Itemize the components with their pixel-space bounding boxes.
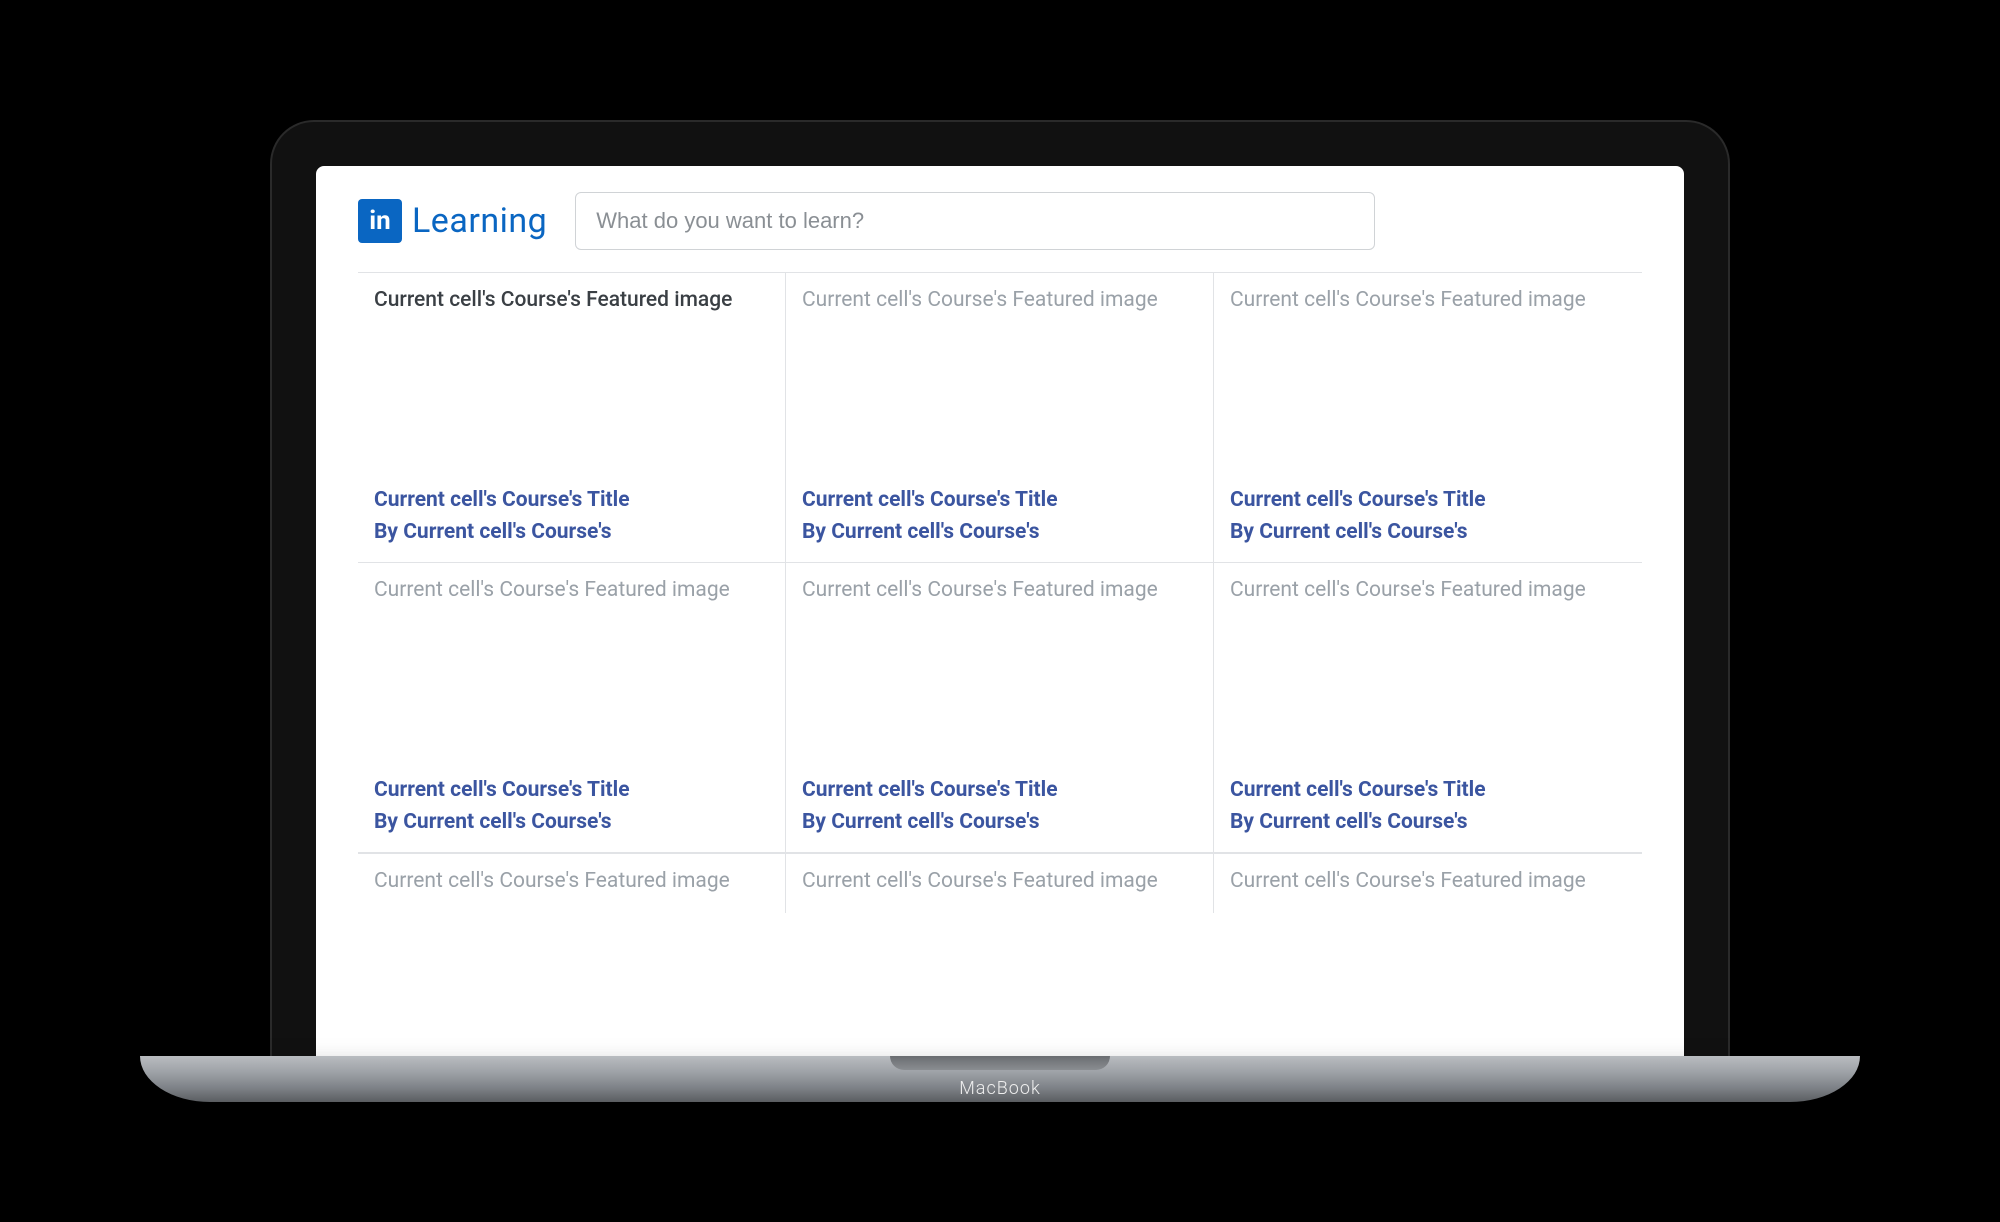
- course-card[interactable]: Current cell's Course's Featured image C…: [358, 273, 786, 563]
- course-card[interactable]: Current cell's Course's Featured image C…: [1214, 273, 1642, 563]
- course-author: By Current cell's Course's: [802, 810, 1197, 834]
- spacer: [802, 314, 1197, 488]
- search: [575, 192, 1375, 250]
- course-title: Current cell's Course's Title: [374, 488, 769, 512]
- course-featured-image-placeholder: Current cell's Course's Featured image: [802, 868, 1197, 895]
- course-card[interactable]: Current cell's Course's Featured image C…: [358, 563, 786, 853]
- course-card[interactable]: Current cell's Course's Featured image C…: [1214, 563, 1642, 853]
- course-card[interactable]: Current cell's Course's Featured image: [786, 854, 1214, 913]
- course-author: By Current cell's Course's: [374, 810, 769, 834]
- brand-logo[interactable]: in Learning: [358, 199, 547, 243]
- brand-text: Learning: [412, 201, 547, 241]
- course-featured-image-placeholder: Current cell's Course's Featured image: [374, 868, 769, 895]
- device-base: MacBook: [140, 1056, 1860, 1102]
- course-featured-image-placeholder: Current cell's Course's Featured image: [1230, 577, 1626, 604]
- course-featured-image-placeholder: Current cell's Course's Featured image: [802, 577, 1197, 604]
- device-frame: in Learning Current cell's Course's Feat…: [270, 120, 1730, 1102]
- device-top: in Learning Current cell's Course's Feat…: [270, 120, 1730, 1056]
- course-author: By Current cell's Course's: [802, 520, 1197, 544]
- course-featured-image-placeholder: Current cell's Course's Featured image: [374, 287, 769, 314]
- spacer: [802, 604, 1197, 778]
- page: in Learning Current cell's Course's Feat…: [316, 166, 1684, 913]
- course-featured-image-placeholder: Current cell's Course's Featured image: [1230, 868, 1626, 895]
- screen-bezel: in Learning Current cell's Course's Feat…: [316, 166, 1684, 1056]
- course-title: Current cell's Course's Title: [374, 778, 769, 802]
- course-title: Current cell's Course's Title: [1230, 778, 1626, 802]
- spacer: [1230, 604, 1626, 778]
- course-author: By Current cell's Course's: [1230, 810, 1626, 834]
- search-input[interactable]: [575, 192, 1375, 250]
- course-featured-image-placeholder: Current cell's Course's Featured image: [802, 287, 1197, 314]
- course-author: By Current cell's Course's: [1230, 520, 1626, 544]
- course-title: Current cell's Course's Title: [802, 488, 1197, 512]
- device-label: MacBook: [959, 1078, 1041, 1099]
- spacer: [374, 314, 769, 488]
- course-card[interactable]: Current cell's Course's Featured image: [1214, 854, 1642, 913]
- course-card[interactable]: Current cell's Course's Featured image C…: [786, 273, 1214, 563]
- screen: in Learning Current cell's Course's Feat…: [316, 166, 1684, 1056]
- course-grid: Current cell's Course's Featured image C…: [358, 272, 1642, 853]
- course-card[interactable]: Current cell's Course's Featured image C…: [786, 563, 1214, 853]
- course-featured-image-placeholder: Current cell's Course's Featured image: [1230, 287, 1626, 314]
- course-title: Current cell's Course's Title: [1230, 488, 1626, 512]
- spacer: [1230, 314, 1626, 488]
- course-title: Current cell's Course's Title: [802, 778, 1197, 802]
- spacer: [374, 604, 769, 778]
- header: in Learning: [358, 192, 1642, 272]
- course-grid-partial: Current cell's Course's Featured image C…: [358, 853, 1642, 913]
- linkedin-badge-icon: in: [358, 199, 402, 243]
- course-card[interactable]: Current cell's Course's Featured image: [358, 854, 786, 913]
- course-author: By Current cell's Course's: [374, 520, 769, 544]
- course-featured-image-placeholder: Current cell's Course's Featured image: [374, 577, 769, 604]
